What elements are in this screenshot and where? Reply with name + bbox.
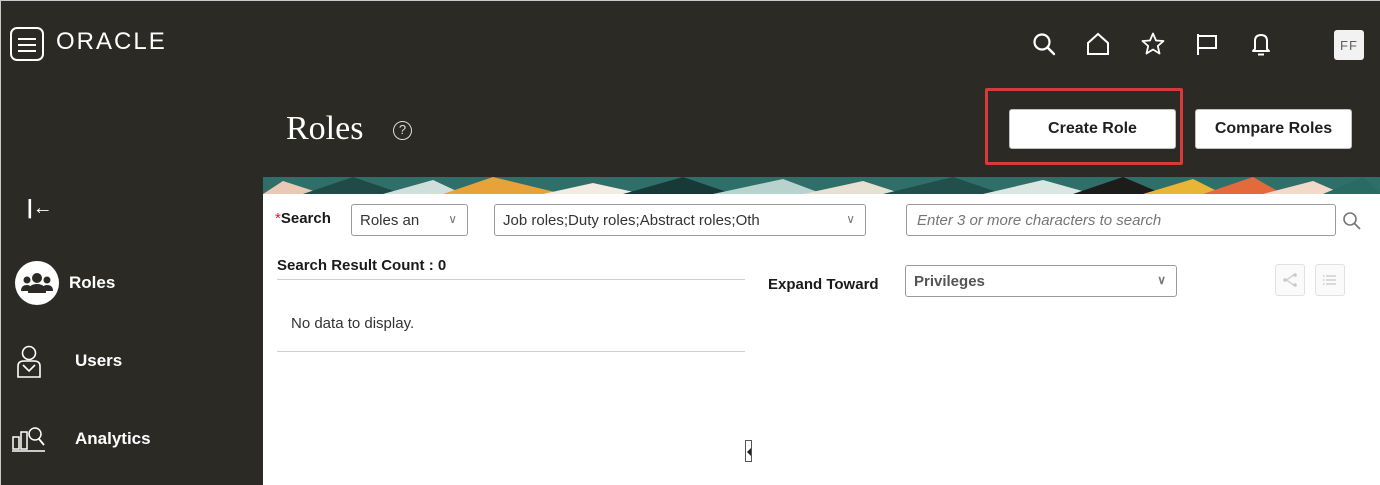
collapse-sidebar-icon[interactable]: |←: [27, 197, 53, 220]
sidebar-item-label: Users: [75, 351, 123, 370]
menu-icon[interactable]: [10, 27, 44, 61]
hierarchy-icon: [1283, 273, 1297, 287]
search-result-count: Search Result Count : 0: [277, 257, 447, 274]
analytics-icon: [9, 416, 49, 462]
user-avatar[interactable]: FF: [1334, 30, 1364, 60]
global-header: ORACLE FF: [1, 1, 1380, 91]
create-role-button[interactable]: Create Role: [1009, 109, 1176, 149]
oracle-logo: ORACLE: [56, 28, 167, 55]
page-title: Roles: [286, 110, 364, 147]
home-icon[interactable]: [1083, 29, 1113, 59]
search-input[interactable]: [906, 204, 1336, 236]
search-label: Search: [280, 210, 331, 227]
list-icon: [1322, 275, 1336, 285]
search-label-group: *Search: [275, 210, 331, 227]
divider: [277, 351, 745, 352]
decorative-banner: [263, 177, 1380, 194]
role-types-value: Job roles;Duty roles;Abstract roles;Oth: [503, 211, 760, 229]
help-icon[interactable]: ?: [393, 121, 412, 140]
search-scope-value: Roles an: [360, 211, 420, 229]
sidebar-item-roles[interactable]: Roles: [9, 260, 259, 306]
empty-results-message: No data to display.: [291, 315, 415, 332]
main-content: [263, 194, 1380, 485]
role-types-select[interactable]: Job roles;Duty roles;Abstract roles;Oth …: [494, 204, 866, 236]
expand-toward-value: Privileges: [914, 272, 985, 290]
favorites-icon[interactable]: [1138, 29, 1168, 59]
chevron-down-icon: ∨: [1157, 273, 1166, 287]
divider: [277, 279, 745, 280]
flag-icon[interactable]: [1192, 29, 1222, 59]
bell-icon[interactable]: [1246, 29, 1276, 59]
expand-toward-label: Expand Toward: [768, 276, 879, 293]
sidebar-item-users[interactable]: Users: [9, 338, 259, 384]
search-icon[interactable]: [1029, 29, 1059, 59]
user-icon: [9, 338, 49, 384]
roles-group-icon: [9, 260, 65, 306]
list-view-button[interactable]: [1315, 264, 1345, 296]
panel-splitter[interactable]: [745, 440, 752, 462]
search-submit-icon[interactable]: [1341, 210, 1363, 232]
expand-toward-select[interactable]: Privileges ∨: [905, 265, 1177, 297]
sidebar-item-label: Analytics: [75, 429, 151, 448]
compare-roles-button[interactable]: Compare Roles: [1195, 109, 1352, 149]
hierarchy-view-button[interactable]: [1275, 264, 1305, 296]
chevron-down-icon: ∨: [846, 212, 855, 226]
sidebar-item-label: Roles: [69, 273, 116, 292]
chevron-down-icon: ∨: [448, 212, 457, 226]
app-window: ORACLE FF Roles ? Create Role Compare Ro…: [0, 0, 1380, 485]
search-scope-select[interactable]: Roles an ∨: [351, 204, 468, 236]
sidebar-item-analytics[interactable]: Analytics: [9, 416, 259, 462]
